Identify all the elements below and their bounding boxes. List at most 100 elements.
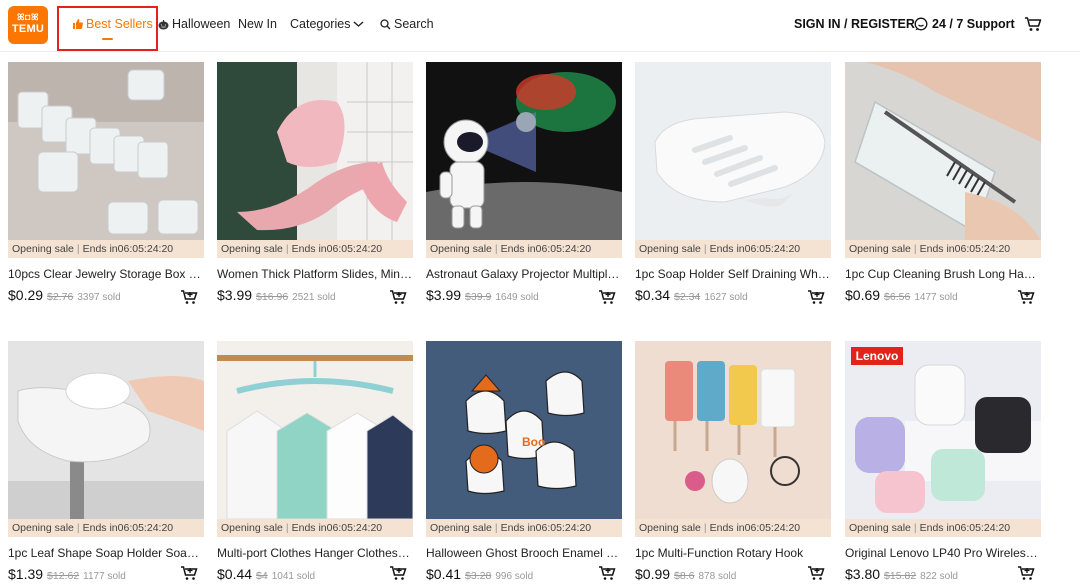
product-price: $3.80 xyxy=(845,566,881,582)
nav-new-in[interactable]: New In xyxy=(238,17,277,31)
product-image[interactable] xyxy=(217,62,413,240)
sign-in-register-link[interactable]: SIGN IN / REGISTER xyxy=(794,17,915,31)
product-title[interactable]: 1pc Multi-Function Rotary Hook xyxy=(635,546,831,560)
product-title[interactable]: Multi-port Clothes Hanger Clothes Dr... xyxy=(217,546,413,560)
sold-count: 1477 sold xyxy=(914,292,958,303)
product-card[interactable]: Opening sale | Ends in06:05:24:20 1pc Cup … xyxy=(845,62,1041,312)
add-to-cart-icon[interactable] xyxy=(180,565,198,581)
ends-label: Ends in xyxy=(919,522,955,534)
chat-support-icon xyxy=(914,17,928,31)
product-image[interactable] xyxy=(8,341,204,519)
sale-banner: Opening sale | Ends in06:05:24:20 xyxy=(845,519,1041,537)
sale-banner: Opening sale | Ends in06:05:24:20 xyxy=(635,240,831,258)
original-price: $8.6 xyxy=(674,570,695,582)
product-title[interactable]: 1pc Leaf Shape Soap Holder Soap Res... xyxy=(8,546,204,560)
product-card[interactable]: Opening sale | Ends in06:05:24:20 1pc Leaf… xyxy=(8,341,204,588)
product-price: $0.41 xyxy=(426,566,462,582)
original-price: $2.76 xyxy=(47,291,74,303)
sale-label: Opening sale xyxy=(849,243,911,255)
ends-label: Ends in xyxy=(82,243,118,255)
sold-count: 1627 sold xyxy=(704,292,748,303)
nav-search-label: Search xyxy=(394,17,434,31)
original-price: $2.34 xyxy=(674,291,701,303)
product-title[interactable]: Astronaut Galaxy Projector Multiple ... xyxy=(426,267,622,281)
product-image[interactable] xyxy=(426,62,622,240)
product-title[interactable]: 1pc Soap Holder Self Draining White ... xyxy=(635,267,831,281)
add-to-cart-icon[interactable] xyxy=(1017,565,1035,581)
sale-label: Opening sale xyxy=(849,522,911,534)
sale-label: Opening sale xyxy=(221,522,283,534)
product-title[interactable]: 10pcs Clear Jewelry Storage Box Mult... xyxy=(8,267,204,281)
product-card[interactable]: Opening sale | Ends in06:05:24:20 Astronau… xyxy=(426,62,622,312)
lenovo-logo-text: Lenovo xyxy=(856,349,899,363)
product-card[interactable]: Opening sale | Ends in06:05:24:20 1pc Mult… xyxy=(635,341,831,588)
pumpkin-icon xyxy=(158,19,169,29)
product-title[interactable]: 1pc Cup Cleaning Brush Long Handle ... xyxy=(845,267,1041,281)
sale-banner: Opening sale | Ends in06:05:24:20 xyxy=(635,519,831,537)
product-card[interactable]: Opening sale | Ends in06:05:24:20 Women Th… xyxy=(217,62,413,312)
nav-categories[interactable]: Categories xyxy=(290,17,364,31)
sold-count: 996 sold xyxy=(495,571,534,582)
sale-banner: Opening sale | Ends in06:05:24:20 xyxy=(8,519,204,537)
add-to-cart-icon[interactable] xyxy=(807,289,825,305)
add-to-cart-icon[interactable] xyxy=(180,289,198,305)
countdown: 06:05:24:20 xyxy=(326,243,383,255)
sold-count: 822 sold xyxy=(920,571,958,582)
product-price: $0.69 xyxy=(845,287,881,303)
sale-banner: Opening sale | Ends in06:05:24:20 xyxy=(426,240,622,258)
product-card[interactable]: Opening sale | Ends in06:05:24:20 1pc Soap… xyxy=(635,62,831,312)
product-title[interactable]: Women Thick Platform Slides, Minim... xyxy=(217,267,413,281)
product-card[interactable]: Boo Opening sale | Ends in06:05:24:20 Hall… xyxy=(426,341,622,588)
product-image[interactable]: Boo xyxy=(426,341,622,519)
support-link[interactable]: 24 / 7 Support xyxy=(914,17,1015,31)
ends-label: Ends in xyxy=(82,522,118,534)
add-to-cart-icon[interactable] xyxy=(1017,289,1035,305)
cart-icon[interactable] xyxy=(1024,16,1042,32)
add-to-cart-icon[interactable] xyxy=(389,289,407,305)
countdown: 06:05:24:20 xyxy=(535,243,592,255)
product-price: $0.29 xyxy=(8,287,44,303)
ends-label: Ends in xyxy=(291,243,327,255)
sale-banner: Opening sale | Ends in06:05:24:20 xyxy=(845,240,1041,258)
add-to-cart-icon[interactable] xyxy=(598,565,616,581)
price-row: $0.29 $2.76 3397 sold xyxy=(8,287,204,305)
add-to-cart-icon[interactable] xyxy=(598,289,616,305)
product-price: $3.99 xyxy=(426,287,462,303)
sale-label: Opening sale xyxy=(639,522,701,534)
sale-banner: Opening sale | Ends in06:05:24:20 xyxy=(8,240,204,258)
sale-label: Opening sale xyxy=(639,243,701,255)
ends-label: Ends in xyxy=(709,522,745,534)
product-title[interactable]: Halloween Ghost Brooch Enamel Pun... xyxy=(426,546,622,560)
add-to-cart-icon[interactable] xyxy=(807,565,825,581)
nav-halloween-label: Halloween xyxy=(172,17,231,31)
original-price: $3.28 xyxy=(465,570,492,582)
countdown: 06:05:24:20 xyxy=(744,522,801,534)
price-row: $0.44 $4 1041 sold xyxy=(217,566,413,584)
product-image[interactable] xyxy=(845,62,1041,240)
product-card[interactable]: Opening sale | Ends in06:05:24:20 10pcs Cl… xyxy=(8,62,204,312)
sale-label: Opening sale xyxy=(430,243,492,255)
product-card[interactable]: Opening sale | Ends in06:05:24:20 Multi-po… xyxy=(217,341,413,588)
nav-halloween[interactable]: Halloween xyxy=(158,17,230,31)
product-image[interactable] xyxy=(217,341,413,519)
price-row: $3.80 $15.82 822 sold xyxy=(845,566,1041,584)
product-card[interactable]: Lenovo Opening sale | Ends in06:05:24:20 O… xyxy=(845,341,1041,588)
countdown: 06:05:24:20 xyxy=(117,522,174,534)
highlight-annotation-box xyxy=(57,6,158,51)
product-image[interactable] xyxy=(635,62,831,240)
sale-banner: Opening sale | Ends in06:05:24:20 xyxy=(426,519,622,537)
original-price: $16.96 xyxy=(256,291,289,303)
product-title[interactable]: Original Lenovo LP40 Pro Wireless Bl... xyxy=(845,546,1041,560)
price-row: $0.34 $2.34 1627 sold xyxy=(635,287,831,305)
ends-label: Ends in xyxy=(709,243,745,255)
add-to-cart-icon[interactable] xyxy=(389,565,407,581)
original-price: $15.82 xyxy=(884,570,917,582)
temu-logo[interactable]: ꕤ◘ꕤ TEMU xyxy=(8,6,48,44)
nav-search[interactable]: Search xyxy=(380,17,434,31)
sale-label: Opening sale xyxy=(430,522,492,534)
product-image[interactable] xyxy=(635,341,831,519)
countdown: 06:05:24:20 xyxy=(535,522,592,534)
product-image[interactable] xyxy=(8,62,204,240)
countdown: 06:05:24:20 xyxy=(954,522,1011,534)
product-image[interactable]: Lenovo xyxy=(845,341,1041,519)
